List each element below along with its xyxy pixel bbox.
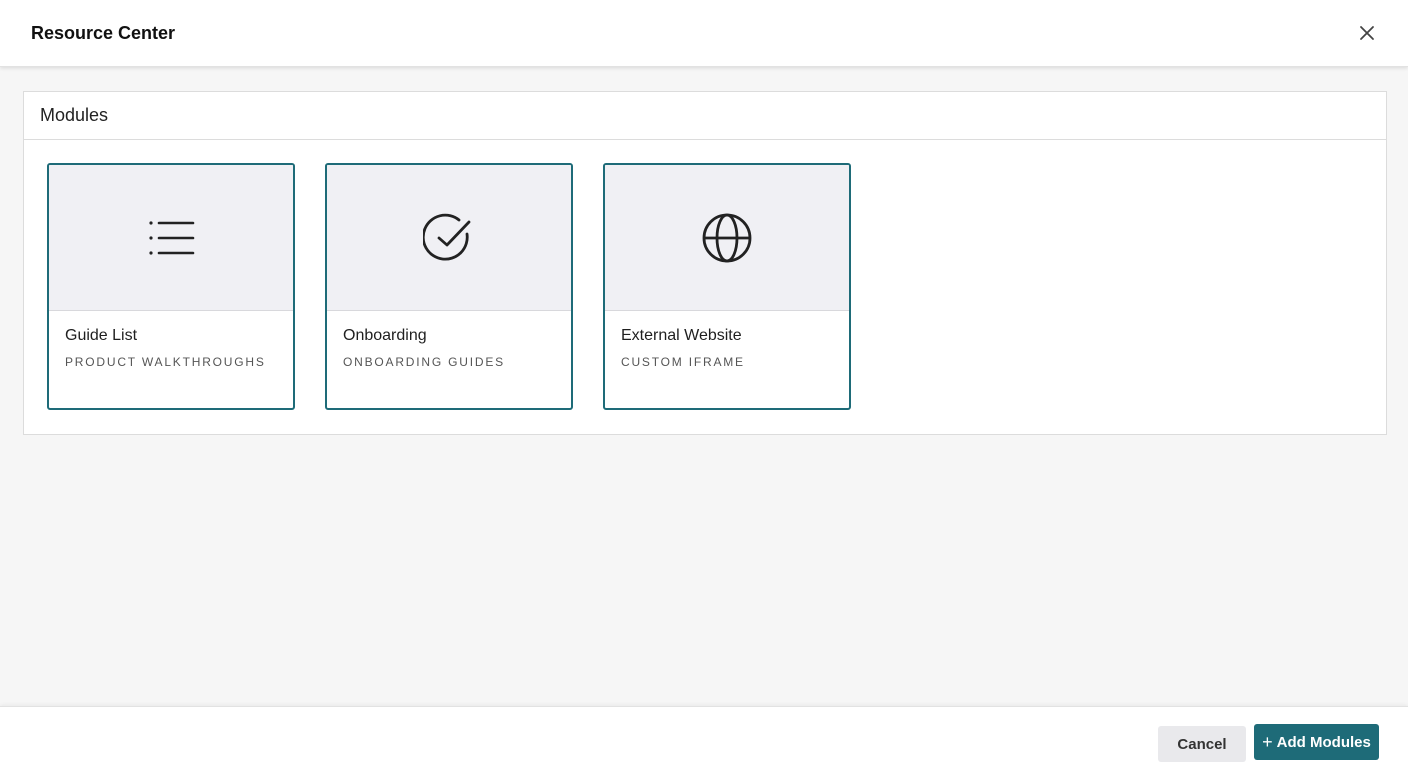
card-icon-area — [327, 165, 571, 311]
check-circle-icon — [423, 213, 471, 261]
plus-icon: + — [1262, 732, 1273, 752]
modal-header: Resource Center — [0, 0, 1408, 67]
module-card-guide-list[interactable]: Guide List PRODUCT WALKTHROUGHS — [47, 163, 295, 410]
module-cards: Guide List PRODUCT WALKTHROUGHS Onboardi… — [24, 140, 1386, 434]
panel-title: Modules — [24, 92, 1386, 140]
close-button[interactable] — [1356, 22, 1378, 44]
list-icon — [149, 220, 195, 255]
close-icon — [1360, 26, 1374, 40]
card-title: Guide List — [65, 327, 138, 344]
modal-footer: Cancel + Add Modules — [0, 706, 1408, 772]
add-modules-button[interactable]: + Add Modules — [1254, 724, 1379, 760]
add-modules-label: Add Modules — [1276, 733, 1371, 751]
globe-icon — [702, 213, 752, 262]
card-title: External Website — [621, 327, 742, 344]
modules-panel: Modules Guide List PRODUCT WALKTHROUGHS — [23, 91, 1387, 435]
card-subtitle: PRODUCT WALKTHROUGHS — [65, 355, 266, 369]
card-subtitle: CUSTOM IFRAME — [621, 355, 745, 369]
card-icon-area — [49, 165, 293, 311]
module-card-external-website[interactable]: External Website CUSTOM IFRAME — [603, 163, 851, 410]
cancel-button[interactable]: Cancel — [1158, 726, 1246, 762]
card-title: Onboarding — [343, 327, 427, 344]
card-icon-area — [605, 165, 849, 311]
module-card-onboarding[interactable]: Onboarding ONBOARDING GUIDES — [325, 163, 573, 410]
card-subtitle: ONBOARDING GUIDES — [343, 355, 505, 369]
modal-title: Resource Center — [31, 22, 176, 43]
